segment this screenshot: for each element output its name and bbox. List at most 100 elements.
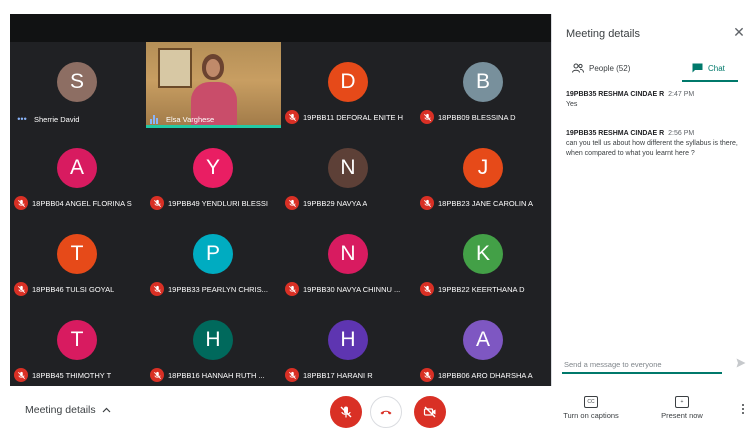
mic-off-icon	[153, 285, 161, 293]
audio-level-icon	[150, 114, 162, 124]
tab-chat[interactable]: Chat	[682, 56, 738, 82]
present-now-button[interactable]: + Present now	[656, 396, 708, 420]
participant-nameplate: 18PBB09 BLESSINA D	[420, 110, 516, 124]
avatar: N	[328, 234, 368, 274]
leave-call-button[interactable]	[370, 396, 402, 428]
mic-off-icon	[153, 199, 161, 207]
participant-name: 18PBB06 ARO DHARSHA A	[438, 370, 533, 380]
participant-nameplate: ••• Sherrie David	[14, 114, 79, 124]
hang-up-icon	[380, 410, 392, 415]
muted-mic-badge	[150, 282, 164, 296]
mic-off-icon	[340, 406, 352, 418]
muted-mic-badge	[14, 282, 28, 296]
chat-icon	[692, 63, 703, 73]
avatar: H	[193, 320, 233, 360]
chat-input[interactable]: Send a message to everyone	[562, 354, 722, 374]
participant-nameplate: 19PBB30 NAVYA CHINNU ...	[285, 282, 400, 296]
participant-nameplate: 18PBB04 ANGEL FLORINA S	[14, 196, 132, 210]
active-tab-indicator	[682, 80, 738, 82]
participant-tile[interactable]: P 19PBB33 PEARLYN CHRIS...	[146, 214, 281, 300]
muted-mic-badge	[420, 368, 434, 382]
chat-message: 19PBB35 RESHMA CINDAE R 2:47 PM Yes	[566, 90, 744, 110]
mic-off-icon	[288, 113, 296, 121]
participant-video-tile[interactable]: Elsa Varghese	[146, 42, 281, 128]
background-window	[158, 48, 192, 88]
send-icon[interactable]	[736, 358, 746, 368]
participant-name: 18PBB23 JANE CAROLIN A	[438, 198, 534, 208]
participant-name: 19PBB22 KEERTHANA D	[438, 284, 525, 294]
muted-mic-badge	[420, 196, 434, 210]
captions-button[interactable]: CC Turn on captions	[558, 396, 624, 420]
avatar: P	[193, 234, 233, 274]
participant-tile[interactable]: K 19PBB22 KEERTHANA D	[416, 214, 551, 300]
muted-mic-badge	[14, 196, 28, 210]
video-top-strip	[10, 14, 551, 42]
participant-face	[206, 59, 220, 77]
participant-tile[interactable]: T 18PBB46 TULSI GOYAL	[10, 214, 145, 300]
participant-tile[interactable]: A 18PBB04 ANGEL FLORINA S	[10, 128, 145, 214]
participant-tile[interactable]: N 19PBB30 NAVYA CHINNU ...	[281, 214, 416, 300]
participant-nameplate: 19PBB29 NAVYA A	[285, 196, 367, 210]
tab-people[interactable]: People (52)	[572, 56, 630, 80]
captions-label: Turn on captions	[563, 411, 619, 420]
participant-name: 19PBB29 NAVYA A	[303, 198, 368, 208]
message-sender: 19PBB35 RESHMA CINDAE R	[566, 130, 665, 137]
camera-toggle-button[interactable]	[414, 396, 446, 428]
bottom-toolbar: Meeting details CC Turn on captions + Pr…	[10, 386, 750, 430]
mic-off-icon	[288, 371, 296, 379]
mic-off-icon	[17, 199, 25, 207]
participant-name: 19PBB33 PEARLYN CHRIS...	[168, 284, 268, 294]
message-text: Yes	[566, 101, 578, 108]
participant-nameplate: Elsa Varghese	[150, 114, 214, 124]
present-icon: +	[675, 396, 689, 408]
mic-off-icon	[17, 285, 25, 293]
panel-title: Meeting details	[566, 28, 640, 40]
more-options-icon[interactable]	[741, 404, 745, 416]
mic-off-icon	[423, 199, 431, 207]
participant-nameplate: 19PBB22 KEERTHANA D	[420, 282, 525, 296]
camera-off-icon	[423, 406, 436, 418]
tab-people-label: People (52)	[589, 63, 631, 73]
participant-nameplate: 18PBB17 HARANI R	[285, 368, 373, 382]
meeting-details-label: Meeting details	[25, 404, 96, 416]
participant-tile[interactable]: B 18PBB09 BLESSINA D	[416, 42, 551, 128]
participant-tile[interactable]: J 18PBB23 JANE CAROLIN A	[416, 128, 551, 214]
participant-tile[interactable]: Y 19PBB49 YENDLURI BLESSI	[146, 128, 281, 214]
participant-nameplate: 19PBB11 DEFORAL ENITE H	[285, 110, 403, 124]
participant-tile[interactable]: A 18PBB06 ARO DHARSHA A	[416, 300, 551, 386]
avatar: J	[463, 148, 503, 188]
participant-tile[interactable]: S ••• Sherrie David	[10, 42, 145, 128]
message-sender: 19PBB35 RESHMA CINDAE R	[566, 91, 665, 98]
mic-off-icon	[423, 285, 431, 293]
participant-tile[interactable]: T 18PBB45 THIMOTHY T	[10, 300, 145, 386]
speaking-dots-icon: •••	[17, 114, 27, 124]
panel-tabs: People (52) Chat	[552, 56, 750, 82]
participant-name: 18PBB16 HANNAH RUTH ...	[168, 370, 265, 380]
participant-nameplate: 18PBB46 TULSI GOYAL	[14, 282, 114, 296]
present-label: Present now	[661, 411, 703, 420]
participant-name: 19PBB49 YENDLURI BLESSI	[168, 198, 268, 208]
participant-tile[interactable]: H 18PBB16 HANNAH RUTH ...	[146, 300, 281, 386]
participant-tile[interactable]: D 19PBB11 DEFORAL ENITE H	[281, 42, 416, 128]
avatar: S	[57, 62, 97, 102]
participant-name: Elsa Varghese	[166, 114, 215, 124]
tab-chat-label: Chat	[708, 63, 725, 73]
meeting-details-button[interactable]: Meeting details	[25, 404, 111, 416]
close-icon[interactable]: ✕	[732, 25, 746, 39]
participant-nameplate: 18PBB45 THIMOTHY T	[14, 368, 111, 382]
mic-off-icon	[423, 371, 431, 379]
captions-icon: CC	[584, 396, 598, 408]
avatar: A	[57, 148, 97, 188]
microphone-toggle-button[interactable]	[330, 396, 362, 428]
avatar: T	[57, 234, 97, 274]
avatar: A	[463, 320, 503, 360]
muted-mic-badge	[420, 282, 434, 296]
participant-name: 18PBB46 TULSI GOYAL	[32, 284, 115, 294]
mic-off-icon	[423, 113, 431, 121]
participant-tile[interactable]: H 18PBB17 HARANI R	[281, 300, 416, 386]
participant-tile[interactable]: N 19PBB29 NAVYA A	[281, 128, 416, 214]
mic-off-icon	[288, 285, 296, 293]
participant-nameplate: 19PBB49 YENDLURI BLESSI	[150, 196, 268, 210]
muted-mic-badge	[14, 368, 28, 382]
participant-name: 19PBB11 DEFORAL ENITE H	[303, 112, 404, 122]
